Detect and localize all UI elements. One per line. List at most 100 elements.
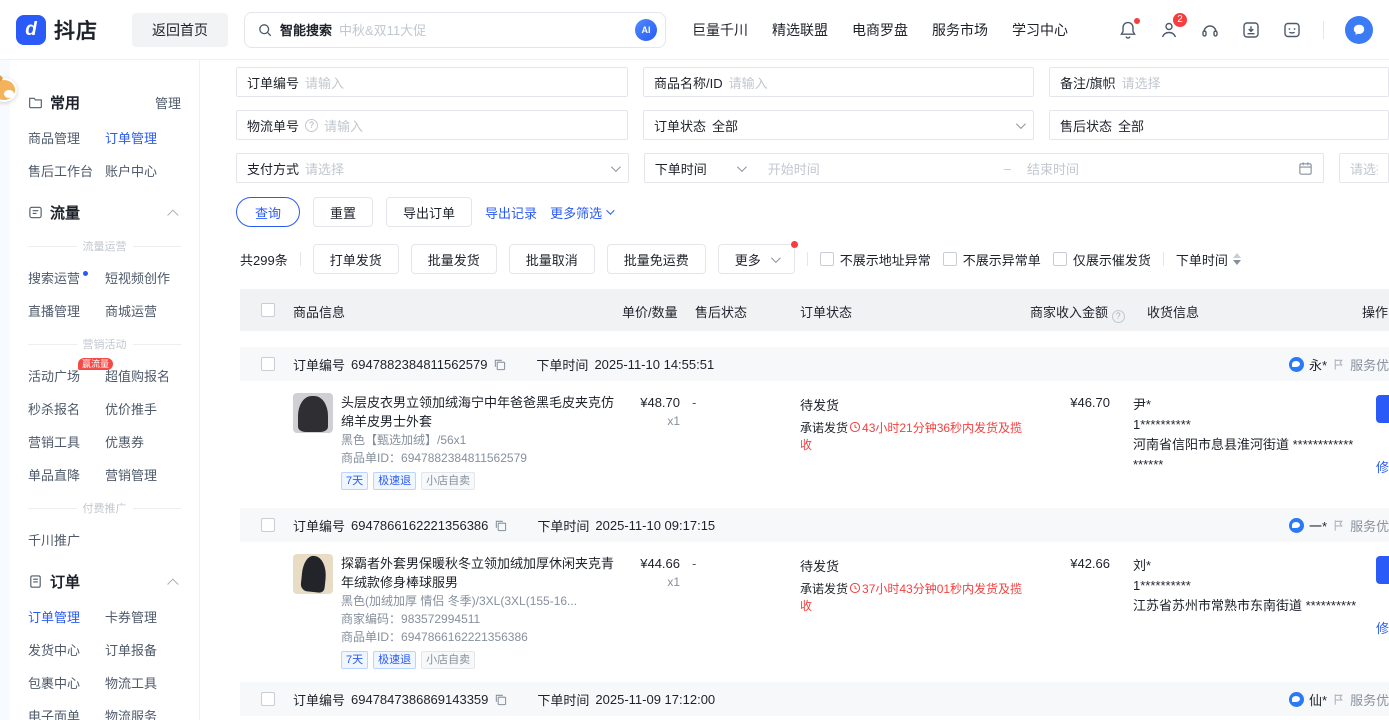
sidebar-item-aftersale-workbench[interactable]: 售后工作台 bbox=[28, 161, 105, 180]
sidebar-item-ship-center[interactable]: 发货中心 bbox=[28, 640, 105, 659]
sidebar-item-coupon[interactable]: 优惠券 bbox=[105, 432, 189, 451]
nav-jingxuan-lianmeng[interactable]: 精选联盟 bbox=[772, 20, 828, 40]
hide-abnormal-address-checkbox[interactable]: 不展示地址异常 bbox=[820, 250, 931, 269]
doudian-logo-icon: d bbox=[16, 15, 46, 45]
nav-learning-center[interactable]: 学习中心 bbox=[1012, 20, 1068, 40]
order-time-sorter[interactable]: 下单时间 bbox=[1176, 250, 1241, 269]
sidebar-item-short-video[interactable]: 短视频创作 bbox=[105, 268, 189, 287]
select-all-checkbox[interactable] bbox=[261, 303, 275, 317]
start-time-placeholder[interactable]: 开始时间 bbox=[768, 159, 820, 178]
more-filters-link[interactable]: 更多筛选 bbox=[550, 203, 612, 222]
flag-icon[interactable] bbox=[1332, 519, 1345, 532]
query-button[interactable]: 查询 bbox=[236, 197, 300, 227]
sidebar-item-e-waybill[interactable]: 电子面单 bbox=[28, 706, 105, 720]
batch-free-shipping-button[interactable]: 批量免运费 bbox=[607, 244, 706, 274]
notification-bell-icon[interactable] bbox=[1118, 20, 1138, 40]
nav-luopan[interactable]: 电商罗盘 bbox=[852, 20, 908, 40]
batch-cancel-button[interactable]: 批量取消 bbox=[509, 244, 595, 274]
product-title[interactable]: 头层皮衣男立领加绒海宁中年爸爸黑毛皮夹克仿绵羊皮男士外套 bbox=[341, 393, 615, 431]
service-priority-tag: 服务优先 bbox=[1350, 355, 1389, 374]
sidebar-item-logistics-tools[interactable]: 物流工具 bbox=[105, 673, 189, 692]
back-home-button[interactable]: 返回首页 bbox=[132, 13, 228, 47]
help-icon[interactable]: ? bbox=[305, 119, 318, 132]
reset-button[interactable]: 重置 bbox=[313, 197, 373, 227]
feige-chat-icon[interactable] bbox=[1289, 357, 1304, 372]
hide-abnormal-order-checkbox[interactable]: 不展示异常单 bbox=[943, 250, 1041, 269]
sidebar-item-order-report[interactable]: 订单报备 bbox=[105, 640, 189, 659]
product-name-field[interactable]: 商品名称/ID 请输入 bbox=[643, 67, 1034, 97]
download-icon[interactable] bbox=[1241, 20, 1261, 40]
order-checkbox[interactable] bbox=[261, 692, 275, 706]
search-label: 智能搜索 bbox=[280, 20, 332, 39]
order-no-field[interactable]: 订单编号 请输入 bbox=[236, 67, 628, 97]
sidebar-item-search-ops[interactable]: 搜索运营 bbox=[28, 268, 105, 287]
sidebar-item-single-discount[interactable]: 单品直降 bbox=[28, 465, 105, 484]
sidebar-item-logistics-service[interactable]: 物流服务 bbox=[105, 706, 189, 720]
nav-service-market[interactable]: 服务市场 bbox=[932, 20, 988, 40]
primary-action-button[interactable] bbox=[1376, 395, 1389, 423]
sidebar-item-qianchuan-promo[interactable]: 千川推广 bbox=[28, 530, 105, 549]
sidebar-item-package-center[interactable]: 包裹中心 bbox=[28, 673, 105, 692]
sidebar-item-seckill[interactable]: 秒杀报名 bbox=[28, 399, 105, 418]
order-checkbox[interactable] bbox=[261, 357, 275, 371]
feige-chat-icon[interactable] bbox=[1289, 692, 1304, 707]
aftersale-status-select[interactable]: 售后状态 全部 bbox=[1049, 110, 1389, 140]
modify-address-link[interactable]: 修 bbox=[1376, 457, 1389, 476]
sidebar-item-order-manage[interactable]: 订单管理 bbox=[105, 128, 189, 147]
workbench-icon[interactable] bbox=[1282, 20, 1302, 40]
sidebar-item-super-value[interactable]: 超值购报名 bbox=[105, 366, 189, 385]
only-urge-ship-checkbox[interactable]: 仅展示催发货 bbox=[1053, 250, 1151, 269]
ai-search-icon[interactable]: AI bbox=[635, 19, 657, 41]
new-dot bbox=[83, 271, 88, 276]
product-image[interactable] bbox=[293, 554, 333, 594]
order-time-range-field[interactable]: 下单时间 开始时间 – 结束时间 bbox=[644, 153, 1324, 183]
tracking-no-field[interactable]: 物流单号 ? 请输入 bbox=[236, 110, 628, 140]
section-header-common[interactable]: 常用 管理 bbox=[28, 92, 189, 113]
sidebar-item-marketing-manage[interactable]: 营销管理 bbox=[105, 465, 189, 484]
copy-icon[interactable] bbox=[494, 519, 507, 532]
calendar-icon[interactable] bbox=[1298, 161, 1313, 176]
export-orders-button[interactable]: 导出订单 bbox=[386, 197, 472, 227]
copy-icon[interactable] bbox=[493, 358, 506, 371]
smart-search-input[interactable]: 智能搜索 中秋&双11大促 AI bbox=[244, 12, 666, 48]
account-icon[interactable]: 2 bbox=[1159, 20, 1179, 40]
product-image[interactable] bbox=[293, 393, 333, 433]
modify-address-link[interactable]: 修 bbox=[1376, 618, 1389, 637]
remark-flag-field[interactable]: 备注/旗帜 请选择 bbox=[1049, 67, 1389, 97]
sort-asc-icon bbox=[1233, 253, 1241, 258]
sidebar-item-mall-ops[interactable]: 商城运营 bbox=[105, 301, 189, 320]
end-time-placeholder[interactable]: 结束时间 bbox=[1027, 159, 1079, 178]
sidebar-item-activity-square[interactable]: 活动广场赢流量 bbox=[28, 366, 105, 385]
nav-qianchuan[interactable]: 巨量千川 bbox=[692, 20, 748, 40]
sidebar-item-card-coupon[interactable]: 卡券管理 bbox=[105, 607, 189, 626]
sidebar-item-product-manage[interactable]: 商品管理 bbox=[28, 128, 105, 147]
sidebar-item-youjia[interactable]: 优价推手 bbox=[105, 399, 189, 418]
order-checkbox[interactable] bbox=[261, 518, 275, 532]
primary-action-button[interactable] bbox=[1376, 556, 1389, 584]
payment-method-select[interactable]: 支付方式 请选择 bbox=[236, 153, 629, 183]
info-icon[interactable]: ? bbox=[1112, 310, 1125, 323]
batch-ship-button[interactable]: 批量发货 bbox=[411, 244, 497, 274]
feige-chat-icon[interactable] bbox=[1289, 518, 1304, 533]
sidebar-item-account-center[interactable]: 账户中心 bbox=[105, 161, 189, 180]
print-ship-button[interactable]: 打单发货 bbox=[313, 244, 399, 274]
sidebar-item-order-manage2[interactable]: 订单管理 bbox=[28, 607, 105, 626]
product-title[interactable]: 探霸者外套男保暖秋冬立领加绒加厚休闲夹克青年绒款修身棒球服男 bbox=[341, 554, 615, 592]
sidebar-item-live-manage[interactable]: 直播管理 bbox=[28, 301, 105, 320]
more-button[interactable]: 更多 bbox=[718, 244, 795, 274]
brand-logo[interactable]: d 抖店 bbox=[16, 15, 98, 45]
manage-link[interactable]: 管理 bbox=[155, 93, 181, 112]
section-header-order[interactable]: 订单 bbox=[28, 571, 189, 592]
avatar[interactable] bbox=[1345, 16, 1373, 44]
flag-icon[interactable] bbox=[1332, 358, 1345, 371]
section-header-traffic[interactable]: 流量 bbox=[28, 202, 189, 223]
order-header: 订单编号 6947882384811562579 下单时间 2025-11-10… bbox=[240, 347, 1389, 381]
sidebar-item-marketing-tools[interactable]: 营销工具 bbox=[28, 432, 105, 451]
export-log-link[interactable]: 导出记录 bbox=[485, 203, 537, 222]
copy-icon[interactable] bbox=[494, 693, 507, 706]
order-status-select[interactable]: 订单状态 全部 bbox=[643, 110, 1034, 140]
customer-service-headset-icon[interactable] bbox=[1200, 20, 1220, 40]
flag-icon[interactable] bbox=[1332, 693, 1345, 706]
edge-clipped-field[interactable]: 请选择 bbox=[1339, 153, 1389, 183]
chevron-down-icon bbox=[737, 162, 747, 172]
